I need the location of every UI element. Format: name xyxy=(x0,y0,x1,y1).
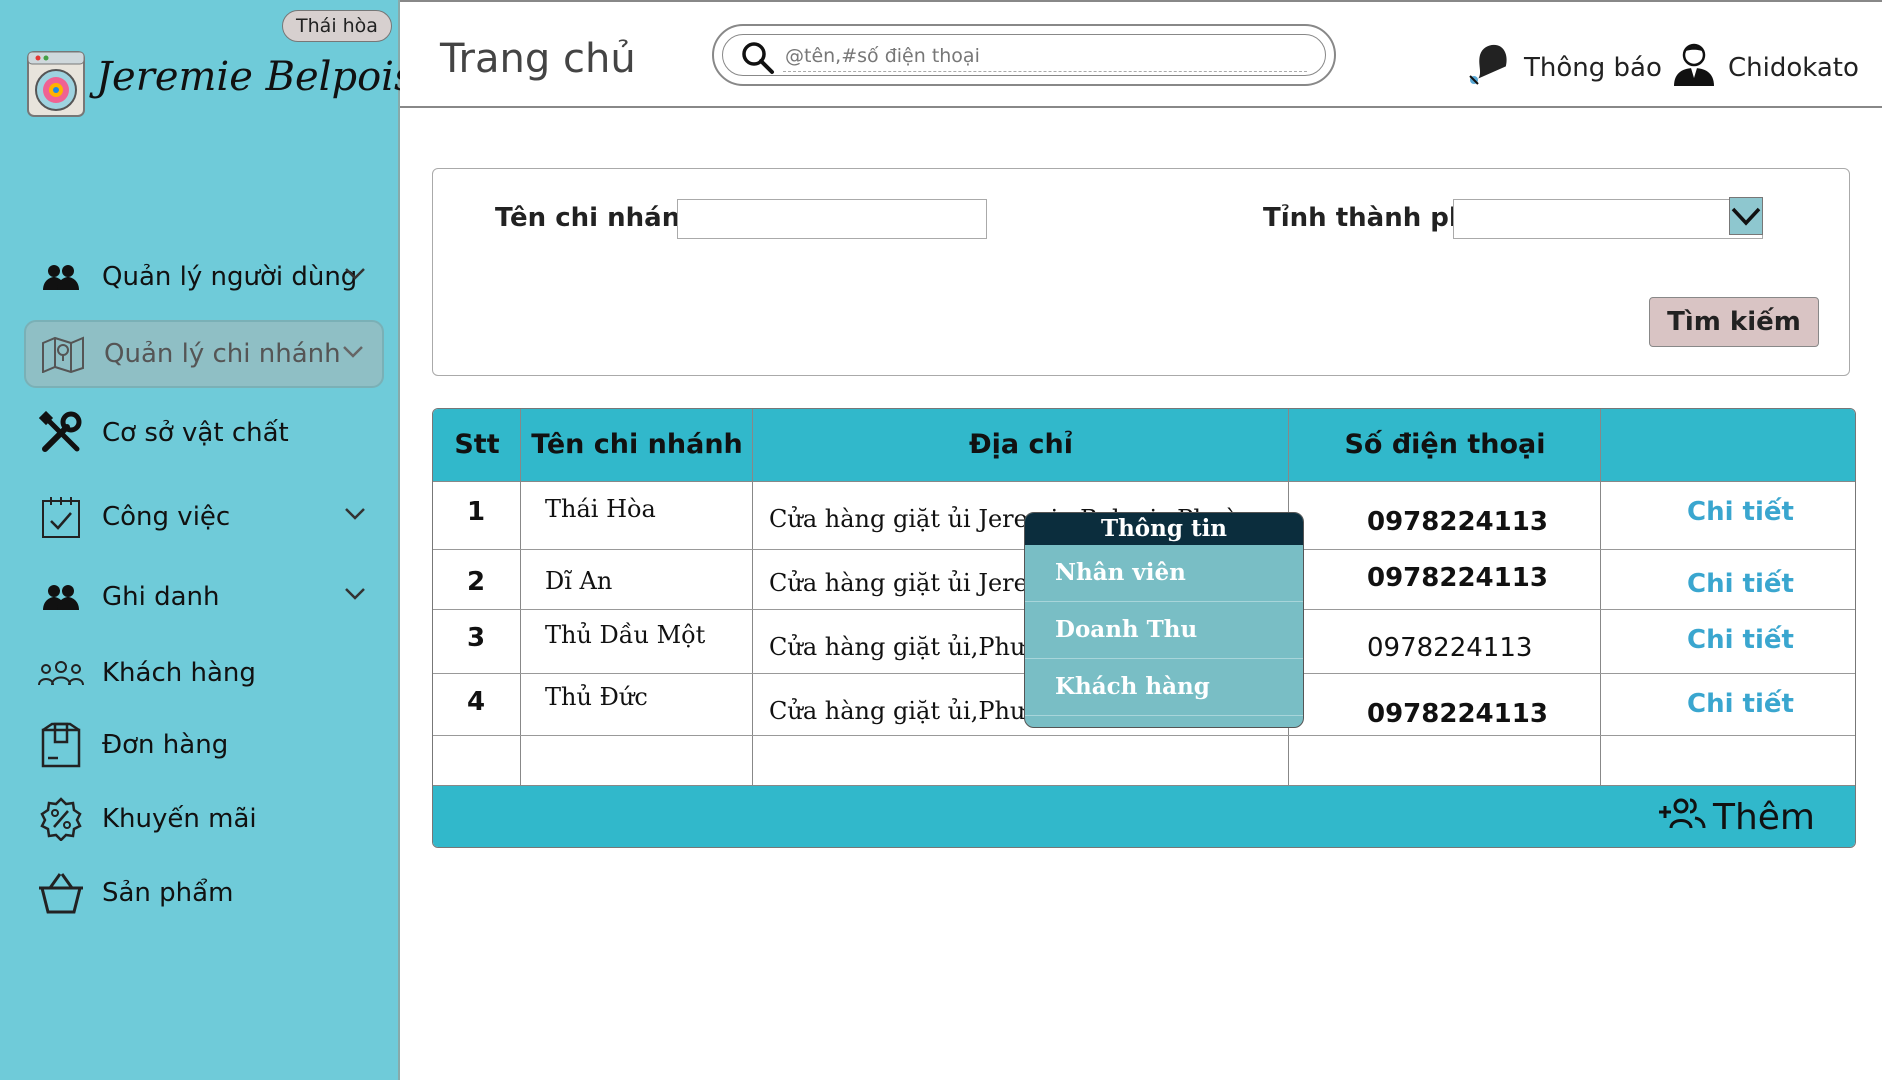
tools-icon xyxy=(38,410,84,456)
branch-name-input[interactable] xyxy=(677,199,987,239)
sidebar-item-label: Công việc xyxy=(102,502,231,532)
customers-icon xyxy=(38,650,84,696)
notifications-button[interactable]: Thông báo xyxy=(1464,40,1662,95)
add-user-icon xyxy=(1657,796,1707,839)
column-header-phone: Số điện thoại xyxy=(1344,429,1546,460)
sidebar-item-label: Quản lý người dùng xyxy=(102,262,358,292)
sidebar-item-label: Quản lý chi nhánh xyxy=(104,339,341,369)
menu-item-customers[interactable]: Khách hàng xyxy=(1025,659,1303,716)
search-icon[interactable] xyxy=(741,41,775,79)
basket-icon xyxy=(38,870,84,916)
user-name: Chidokato xyxy=(1728,52,1859,83)
calendar-check-icon xyxy=(38,494,84,540)
sidebar-item-customers[interactable]: Khách hàng xyxy=(24,640,384,706)
chevron-down-icon xyxy=(344,266,366,285)
column-header-address: Địa chỉ xyxy=(969,429,1073,460)
row-phone: 0978224113 xyxy=(1367,563,1548,593)
user-avatar-icon xyxy=(1670,40,1718,95)
branch-name-label: Tên chi nhánh xyxy=(495,203,699,233)
brand-name: Jeremie Belpois xyxy=(96,54,415,100)
sidebar-item-facilities[interactable]: Cơ sở vật chất xyxy=(24,400,384,466)
search-button[interactable]: Tìm kiếm xyxy=(1649,297,1819,347)
users-icon xyxy=(38,254,84,300)
discount-badge-icon xyxy=(38,796,84,842)
package-icon xyxy=(38,722,84,768)
row-stt: 2 xyxy=(467,567,486,597)
context-menu-title: Thông tin xyxy=(1025,513,1303,545)
notifications-label: Thông báo xyxy=(1524,52,1662,83)
top-header: Trang chủ Thông báo Chidokato xyxy=(400,0,1882,108)
table-footer: Thêm xyxy=(433,785,1855,847)
sidebar-item-label: Sản phẩm xyxy=(102,878,234,908)
search-field-frame xyxy=(722,34,1326,76)
city-select[interactable] xyxy=(1453,199,1763,239)
add-button-label: Thêm xyxy=(1712,797,1815,838)
sidebar-item-label: Khuyến mãi xyxy=(102,804,257,834)
city-label: Tỉnh thành phố xyxy=(1263,203,1486,233)
column-header-branch-name: Tên chi nhánh xyxy=(531,429,743,460)
row-stt: 4 xyxy=(467,687,486,717)
row-stt: 1 xyxy=(467,497,486,527)
page-title: Trang chủ xyxy=(440,36,636,82)
map-icon xyxy=(40,331,86,377)
sidebar-item-label: Cơ sở vật chất xyxy=(102,418,289,448)
row-detail-link[interactable]: Chi tiết xyxy=(1687,569,1794,599)
search-input[interactable] xyxy=(783,41,1307,72)
chevron-down-icon xyxy=(342,344,364,363)
sidebar-item-orders[interactable]: Đơn hàng xyxy=(24,712,384,778)
branch-badge[interactable]: Thái hòa xyxy=(282,10,392,42)
sidebar-item-user-management[interactable]: Quản lý người dùng xyxy=(24,244,384,310)
sidebar-item-label: Ghi danh xyxy=(102,582,220,612)
bell-icon xyxy=(1464,40,1514,95)
row-phone: 0978224113 xyxy=(1367,633,1533,663)
sidebar-item-tasks[interactable]: Công việc xyxy=(24,484,384,550)
chevron-down-icon xyxy=(344,506,366,525)
washing-machine-logo-icon xyxy=(24,48,88,120)
row-detail-link[interactable]: Chi tiết xyxy=(1687,689,1794,719)
row-branch-name: Thái Hòa xyxy=(545,495,656,523)
column-header-actions xyxy=(1601,409,1855,481)
row-phone: 0978224113 xyxy=(1367,507,1548,537)
add-branch-button[interactable]: Thêm xyxy=(1657,796,1815,839)
sidebar-item-label: Đơn hàng xyxy=(102,730,229,760)
info-context-menu: Thông tin Nhân viên Doanh Thu Khách hàng xyxy=(1024,512,1304,728)
sidebar-item-enrollment[interactable]: Ghi danh xyxy=(24,564,384,630)
chevron-down-icon[interactable] xyxy=(1729,197,1763,235)
menu-item-revenue[interactable]: Doanh Thu xyxy=(1025,602,1303,659)
row-detail-link[interactable]: Chi tiết xyxy=(1687,497,1794,527)
column-header-stt: Stt xyxy=(454,429,500,460)
row-detail-link[interactable]: Chi tiết xyxy=(1687,625,1794,655)
table-header: Stt Tên chi nhánh Địa chỉ Số điện thoại xyxy=(433,409,1855,482)
filter-panel: Tên chi nhánh Tỉnh thành phố Tìm kiếm xyxy=(432,168,1850,376)
sidebar-item-products[interactable]: Sản phẩm xyxy=(24,860,384,926)
row-branch-name: Dĩ An xyxy=(545,567,613,595)
chevron-down-icon xyxy=(344,586,366,605)
user-menu[interactable]: Chidokato xyxy=(1670,40,1859,95)
row-branch-name: Thủ Dầu Một xyxy=(545,621,706,649)
sidebar-item-branch-management[interactable]: Quản lý chi nhánh xyxy=(24,320,384,388)
menu-item-employees[interactable]: Nhân viên xyxy=(1025,545,1303,602)
row-branch-name: Thủ Đức xyxy=(545,683,648,711)
sidebar-item-label: Khách hàng xyxy=(102,658,256,688)
users-icon xyxy=(38,574,84,620)
sidebar: Thái hòa Jeremie Belpois Quản lý người d… xyxy=(0,0,414,1080)
row-stt: 3 xyxy=(467,623,486,653)
row-phone: 0978224113 xyxy=(1367,699,1548,729)
sidebar-item-promotions[interactable]: Khuyến mãi xyxy=(24,786,384,852)
search-box xyxy=(712,24,1336,86)
